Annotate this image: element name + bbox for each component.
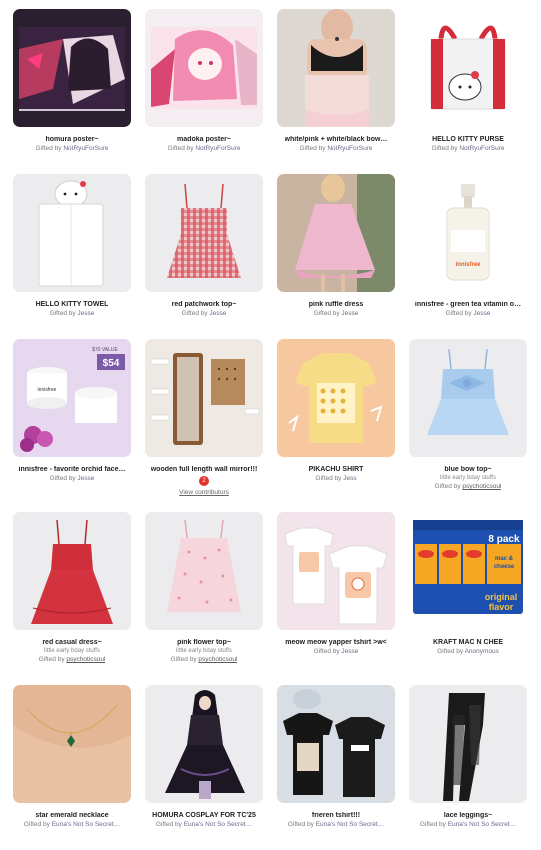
gifted-by: Gifted by Euna's Not So Secret… [419,821,517,828]
gift-title[interactable]: madoka poster~ [177,136,231,143]
gifter-link[interactable]: psychoticsoul [462,483,501,490]
gift-card[interactable]: white/pink + white/black bow… Gifted by … [277,9,395,174]
gift-card[interactable]: HELLO KITTY TOWEL Gifted by Jesse [13,174,131,339]
gift-card[interactable]: PIKACHU SHIRT Gifted by Jess [277,339,395,504]
gift-title[interactable]: pink flower top~ [177,639,231,646]
gift-image[interactable] [13,9,131,127]
gift-card[interactable]: lace leggings~ Gifted by Euna's Not So S… [409,685,527,850]
svg-text:8 pack: 8 pack [488,534,520,545]
gift-image[interactable] [145,339,263,457]
svg-text:cheese: cheese [494,564,515,570]
gift-note: little early bday stuffs [440,475,496,481]
gifter-link[interactable]: psychoticsoul [66,656,105,663]
gift-note: little early bday stuffs [176,648,232,654]
gifted-by: Gifted by Jesse [313,310,359,317]
gift-card[interactable]: blue bow top~ little early bday stuffs G… [409,339,527,512]
gift-card[interactable]: HELLO KITTY PURSE Gifted by NotRyuForSur… [409,9,527,174]
gifted-by: Gifted by Anonymous [437,648,499,655]
gift-title[interactable]: pink ruffle dress [309,301,363,308]
gift-image[interactable] [277,174,395,292]
gift-title[interactable]: PIKACHU SHIRT [309,466,364,473]
gift-title[interactable]: red patchwork top~ [172,301,237,308]
gift-image[interactable] [409,9,527,127]
svg-text:$54: $54 [103,358,120,369]
gift-card[interactable]: pink flower top~ little early bday stuff… [145,512,263,685]
gifted-by: Gifted by psychoticsoul [38,656,106,663]
gift-card[interactable]: red patchwork top~ Gifted by Jesse [145,174,263,339]
gifted-by: Gifted by Jess [315,475,357,482]
gift-card[interactable]: madoka poster~ Gifted by NotRyuForSure [145,9,263,174]
gift-card[interactable]: pink ruffle dress Gifted by Jesse [277,174,395,339]
gift-image[interactable] [277,9,395,127]
gift-title[interactable]: innisfree - green tea vitamin o… [415,301,521,308]
gift-title[interactable]: blue bow top~ [444,466,491,473]
contributor-avatar[interactable]: 2 [199,476,209,486]
gift-note: little early bday stuffs [44,648,100,654]
gift-card[interactable]: wooden full length wall mirror!!! 2 View… [145,339,263,512]
gifted-by: Gifted by Jesse [445,310,491,317]
gifted-by: Gifted by Euna's Not So Secret… [155,821,253,828]
gift-title[interactable]: red casual dress~ [42,639,101,646]
gift-title[interactable]: wooden full length wall mirror!!! [151,466,258,473]
gifted-by: Gifted by NotRyuForSure [299,145,373,152]
gift-image[interactable] [145,174,263,292]
gift-card[interactable]: $70 VALUE $54 innisfree innisfree - favo… [13,339,131,504]
gift-title[interactable]: HELLO KITTY TOWEL [36,301,109,308]
gift-card[interactable]: innisfree innisfree - green tea vitamin … [409,174,527,339]
view-contributors-link[interactable]: View contributors [179,489,229,496]
gift-title[interactable]: meow meow yapper tshirt >w< [285,639,387,646]
gifted-by: Gifted by NotRyuForSure [431,145,505,152]
wishlist-grid: homura poster~ Gifted by NotRyuForSure m… [13,9,527,850]
gift-image[interactable] [277,339,395,457]
svg-text:mac &: mac & [495,556,514,562]
gift-card[interactable]: HOMURA COSPLAY FOR TC'25 Gifted by Euna'… [145,685,263,850]
gift-image[interactable] [409,339,527,457]
svg-text:innisfree: innisfree [455,262,481,268]
gift-title[interactable]: homura poster~ [45,136,98,143]
gifted-by: Gifted by Jesse [181,310,227,317]
svg-text:original: original [485,592,518,602]
gifted-by: Gifted by NotRyuForSure [167,145,241,152]
gift-image[interactable] [145,685,263,803]
gifter-link[interactable]: psychoticsoul [198,656,237,663]
gifted-by: Gifted by Jesse [49,475,95,482]
gift-image[interactable] [13,685,131,803]
gift-title[interactable]: KRAFT MAC N CHEE [433,639,503,646]
gift-card[interactable]: homura poster~ Gifted by NotRyuForSure [13,9,131,174]
gifted-by: Gifted by NotRyuForSure [35,145,109,152]
gift-image[interactable]: innisfree [409,174,527,292]
gift-card[interactable]: meow meow yapper tshirt >w< Gifted by Je… [277,512,395,677]
gift-image[interactable] [277,685,395,803]
gift-image[interactable] [277,512,395,630]
gift-title[interactable]: innisfree - favorite orchid face… [19,466,126,473]
gift-image[interactable]: $70 VALUE $54 innisfree [13,339,131,457]
gift-image[interactable] [145,512,263,630]
gifted-by: Gifted by Jesse [313,648,359,655]
svg-text:innisfree: innisfree [38,387,57,393]
gift-card[interactable]: red casual dress~ little early bday stuf… [13,512,131,685]
svg-text:flavor: flavor [489,602,514,612]
gifted-by: Gifted by psychoticsoul [170,656,238,663]
gifted-by: Gifted by Euna's Not So Secret… [23,821,121,828]
gift-title[interactable]: white/pink + white/black bow… [285,136,388,143]
gift-image[interactable] [13,174,131,292]
gift-image[interactable] [409,685,527,803]
gift-card[interactable]: frieren tshirt!!! Gifted by Euna's Not S… [277,685,395,850]
gift-title[interactable]: HELLO KITTY PURSE [432,136,504,143]
gifted-by: Gifted by Euna's Not So Secret… [287,821,385,828]
gift-image[interactable] [145,9,263,127]
svg-text:$70 VALUE: $70 VALUE [92,347,118,353]
gift-card[interactable]: star emerald necklace Gifted by Euna's N… [13,685,131,850]
gifted-by: Gifted by psychoticsoul [434,483,502,490]
gift-card[interactable]: 8 pack mac & cheese original flavor KRAF… [409,512,527,677]
gifted-by: Gifted by Jesse [49,310,95,317]
gift-image[interactable] [13,512,131,630]
gift-image[interactable]: 8 pack mac & cheese original flavor [409,512,527,630]
